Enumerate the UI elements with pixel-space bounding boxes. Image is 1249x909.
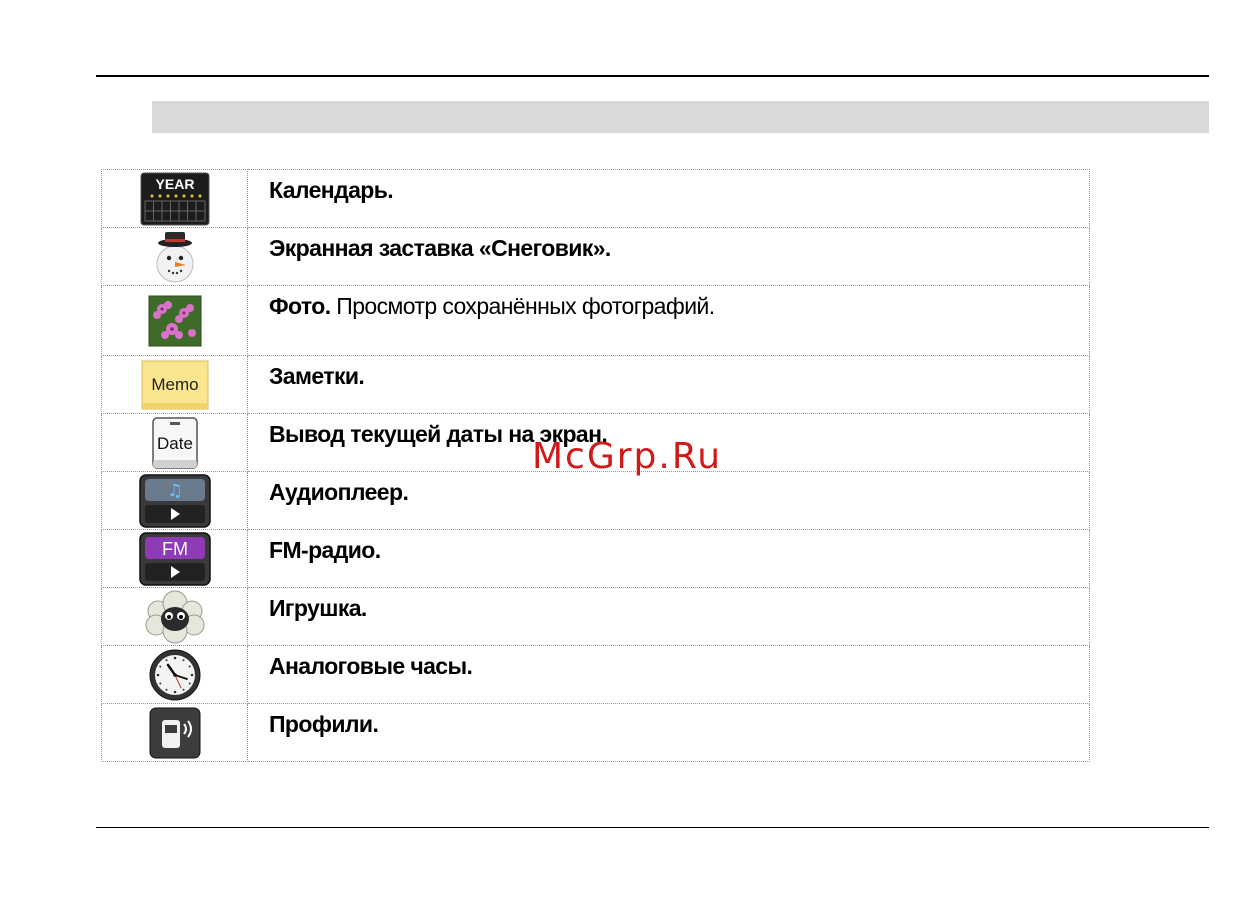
row-title: Заметки. — [269, 363, 365, 389]
icon-cell — [101, 227, 248, 286]
icon-cell — [101, 587, 248, 646]
snowman-icon — [156, 231, 193, 282]
row-text: Фото. Просмотр сохранённых фотографий. — [247, 285, 1090, 356]
memo-note-icon: Memo — [141, 360, 208, 409]
svg-text:♫: ♫ — [167, 481, 182, 501]
row-text: Заметки. — [247, 355, 1090, 414]
icon-cell — [101, 645, 248, 704]
row-text: Календарь. — [247, 169, 1090, 228]
row-description: Просмотр сохранённых фотографий. — [330, 293, 715, 319]
fm-radio-icon: FM — [138, 531, 211, 586]
photo-flowers-icon — [148, 295, 201, 346]
calendar-year-icon: YEAR — [140, 172, 209, 225]
row-title: Аудиоплеер. — [269, 479, 409, 505]
icon-cell: ♫ — [101, 471, 248, 530]
bottom-rule — [96, 827, 1209, 828]
icon-cell: YEAR — [101, 169, 248, 228]
row-title: FM-радио. — [269, 537, 381, 563]
row-text: Экранная заставка «Снеговик». — [247, 227, 1090, 286]
svg-text:Memo: Memo — [151, 375, 198, 394]
table-row: Memo Заметки. — [101, 355, 1090, 414]
analog-clock-icon — [149, 649, 200, 700]
row-title: Экранная заставка «Снеговик». — [269, 235, 611, 261]
row-text: Игрушка. — [247, 587, 1090, 646]
icon-cell — [101, 703, 248, 762]
top-rule — [96, 75, 1209, 77]
table-row: Игрушка. — [101, 587, 1090, 646]
icon-cell — [101, 285, 248, 356]
icon-cell: FM — [101, 529, 248, 588]
audio-player-icon: ♫ — [138, 473, 211, 528]
table-row: Профили. — [101, 703, 1090, 762]
profiles-phone-icon — [149, 707, 200, 758]
watermark: McGrp.Ru — [532, 436, 723, 477]
row-title: Фото. — [269, 293, 331, 319]
svg-text:FM: FM — [162, 539, 188, 559]
row-text: FM-радио. — [247, 529, 1090, 588]
row-title: Аналоговые часы. — [269, 653, 473, 679]
svg-text:YEAR: YEAR — [155, 176, 194, 192]
table-row: Фото. Просмотр сохранённых фотографий. — [101, 285, 1090, 356]
row-title: Профили. — [269, 711, 379, 737]
table-row: Экранная заставка «Снеговик». — [101, 227, 1090, 286]
row-title: Календарь. — [269, 177, 394, 203]
icon-cell: Date — [101, 413, 248, 472]
table-row: Аналоговые часы. — [101, 645, 1090, 704]
row-text: Аналоговые часы. — [247, 645, 1090, 704]
row-text: Профили. — [247, 703, 1090, 762]
table-row: ♫ Аудиоплеер. — [101, 471, 1090, 530]
row-title: Игрушка. — [269, 595, 367, 621]
section-header-bar — [152, 101, 1209, 133]
icon-cell: Memo — [101, 355, 248, 414]
table-row: YEAR Календарь. — [101, 169, 1090, 228]
row-text: Аудиоплеер. — [247, 471, 1090, 530]
date-display-icon: Date — [151, 416, 198, 469]
table-row: FM FM-радио. — [101, 529, 1090, 588]
sheep-game-icon — [145, 590, 204, 643]
svg-text:Date: Date — [157, 434, 193, 453]
